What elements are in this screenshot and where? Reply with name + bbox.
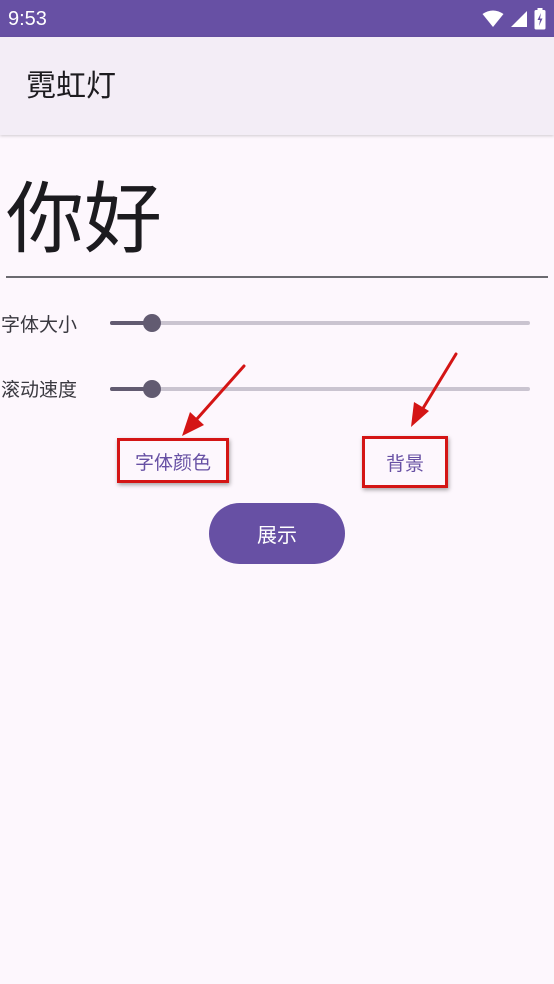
scroll-speed-slider-thumb[interactable] xyxy=(143,380,161,398)
annotation-arrows xyxy=(182,352,458,436)
scroll-speed-slider[interactable] xyxy=(110,374,530,404)
font-size-slider-track[interactable] xyxy=(110,321,530,325)
font-size-slider-thumb[interactable] xyxy=(143,314,161,332)
app-title: 霓虹灯 xyxy=(26,69,116,104)
neon-text-input[interactable] xyxy=(6,150,548,278)
app-bar: 霓虹灯 xyxy=(0,37,554,135)
background-highlight-box xyxy=(362,436,448,488)
font-size-slider[interactable] xyxy=(110,308,530,338)
wifi-icon xyxy=(482,10,504,28)
scroll-speed-label: 滚动速度 xyxy=(1,379,78,401)
show-button[interactable]: 展示 xyxy=(209,503,345,564)
status-bar: 9:53 xyxy=(0,0,554,37)
status-time: 9:53 xyxy=(8,8,47,30)
scroll-speed-slider-track[interactable] xyxy=(110,387,530,391)
font-size-label: 字体大小 xyxy=(1,314,78,336)
battery-charging-icon xyxy=(534,8,546,30)
cellular-signal-icon xyxy=(510,10,528,28)
status-icons xyxy=(482,7,546,31)
font-color-highlight-box xyxy=(117,438,229,483)
